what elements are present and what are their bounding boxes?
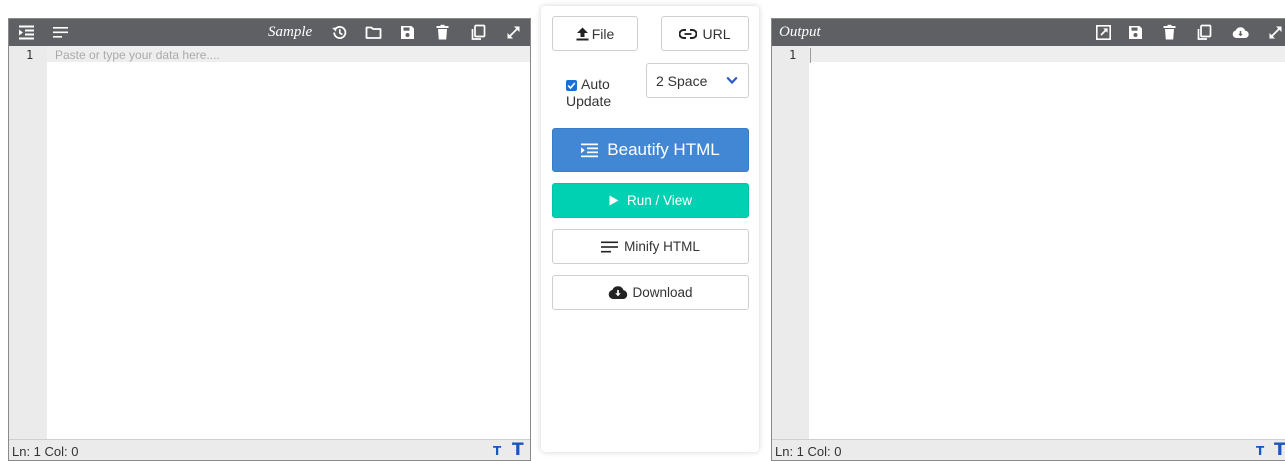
folder-icon[interactable] xyxy=(365,24,382,41)
play-icon xyxy=(609,195,619,206)
align-left-icon[interactable] xyxy=(52,24,69,41)
download-button[interactable]: Download xyxy=(552,275,749,310)
file-upload-button[interactable]: File xyxy=(552,16,638,51)
auto-update-label[interactable]: Auto Update xyxy=(566,76,636,110)
file-button-label: File xyxy=(591,25,615,42)
cursor-position: Ln: 1 Col: 0 xyxy=(12,444,79,459)
font-increase-icon[interactable]: T xyxy=(1274,440,1285,460)
save-icon[interactable] xyxy=(399,24,416,41)
cursor-position: Ln: 1 Col: 0 xyxy=(775,444,842,459)
run-view-button-label: Run / View xyxy=(626,193,693,208)
copy-icon[interactable] xyxy=(1196,24,1213,41)
trash-icon[interactable] xyxy=(1161,24,1178,41)
cloud-download-icon[interactable] xyxy=(1232,24,1249,41)
align-left-icon xyxy=(601,241,619,253)
beautify-button-label: Beautify HTML xyxy=(607,140,720,159)
url-button[interactable]: URL xyxy=(661,16,749,51)
input-editor[interactable]: Sample 1 Paste or type your data here...… xyxy=(8,18,531,461)
minify-button[interactable]: Minify HTML xyxy=(552,229,749,264)
input-editor-toolbar: Sample xyxy=(9,19,530,46)
line-number: 1 xyxy=(26,48,34,62)
line-number: 1 xyxy=(789,48,797,62)
indent-size-value: 2 Space xyxy=(656,72,708,89)
external-link-icon[interactable] xyxy=(1095,24,1112,41)
url-button-label: URL xyxy=(702,25,731,42)
font-decrease-icon[interactable]: T xyxy=(1256,444,1264,458)
output-editor[interactable]: Output 1 Ln: 1 Col: 0 T T xyxy=(771,18,1285,461)
save-icon[interactable] xyxy=(1127,24,1144,41)
minify-button-label: Minify HTML xyxy=(624,239,700,254)
copy-icon[interactable] xyxy=(470,24,487,41)
line-number-gutter xyxy=(9,46,47,439)
font-decrease-icon[interactable]: T xyxy=(493,444,501,458)
run-view-button[interactable]: Run / View xyxy=(552,183,749,218)
input-editor-title[interactable]: Sample xyxy=(268,24,312,41)
cloud-download-icon xyxy=(608,285,628,300)
active-line-highlight xyxy=(809,46,1285,62)
output-editor-title: Output xyxy=(779,24,821,40)
line-number-gutter xyxy=(772,46,809,439)
history-icon[interactable] xyxy=(331,24,348,41)
text-cursor xyxy=(810,48,811,63)
indent-icon xyxy=(581,143,599,158)
trash-icon[interactable] xyxy=(434,24,451,41)
expand-icon[interactable] xyxy=(505,24,522,41)
link-icon xyxy=(679,28,698,40)
chevron-down-icon xyxy=(726,76,738,85)
beautify-button[interactable]: Beautify HTML xyxy=(552,128,749,172)
editor-placeholder[interactable]: Paste or type your data here.... xyxy=(55,48,220,62)
expand-icon[interactable] xyxy=(1267,24,1284,41)
control-panel: File URL Auto Update 2 Space Beautify HT… xyxy=(541,6,759,452)
upload-icon xyxy=(576,27,589,41)
output-editor-toolbar: Output xyxy=(772,19,1285,46)
output-status-bar: Ln: 1 Col: 0 T T xyxy=(772,439,1285,460)
input-status-bar: Ln: 1 Col: 0 T T xyxy=(9,439,530,460)
download-button-label: Download xyxy=(632,285,693,300)
font-increase-icon[interactable]: T xyxy=(512,440,524,460)
indent-size-select[interactable]: 2 Space xyxy=(646,63,749,98)
indent-icon[interactable] xyxy=(18,24,35,41)
